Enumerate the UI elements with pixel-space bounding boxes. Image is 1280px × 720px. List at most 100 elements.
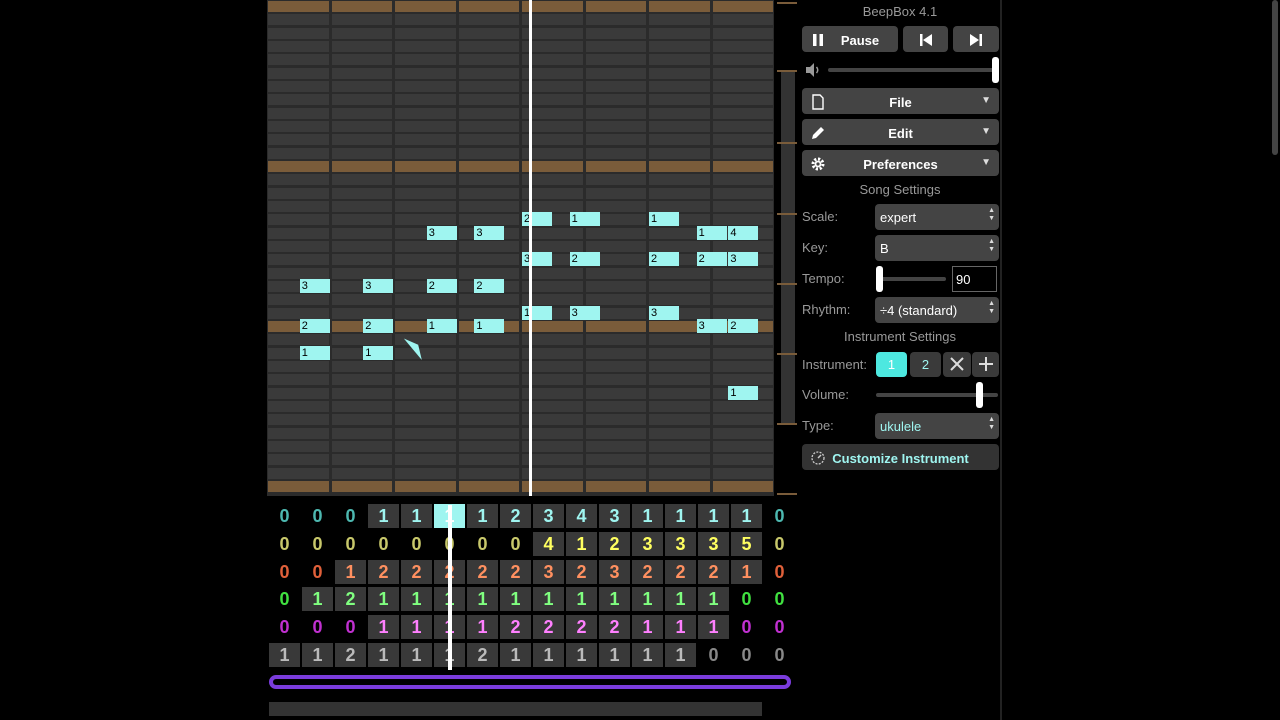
pattern-cell[interactable]: 1 xyxy=(401,587,432,612)
pitch-row[interactable] xyxy=(267,307,774,319)
bar-cell[interactable] xyxy=(712,200,773,212)
bar-cell[interactable] xyxy=(712,454,773,466)
pattern-cell[interactable]: 1 xyxy=(335,559,366,584)
note[interactable]: 1 xyxy=(649,212,679,227)
note[interactable]: 1 xyxy=(569,212,600,227)
pattern-cell[interactable]: 0 xyxy=(764,560,795,584)
bar-cell[interactable] xyxy=(395,134,456,146)
pitch-row[interactable] xyxy=(267,374,774,386)
pattern-cell[interactable]: 1 xyxy=(698,587,729,612)
bar-cell[interactable] xyxy=(268,254,329,266)
bar-cell[interactable] xyxy=(712,27,773,39)
pitch-row[interactable] xyxy=(267,94,774,106)
bar-cell[interactable] xyxy=(331,187,392,199)
pitch-row[interactable] xyxy=(267,134,774,146)
bar-cell[interactable] xyxy=(712,467,773,479)
pattern-cell[interactable]: 0 xyxy=(302,615,333,639)
pattern-cell[interactable]: 0 xyxy=(467,532,498,556)
bar-cell[interactable] xyxy=(585,427,646,439)
bar-cell[interactable] xyxy=(395,54,456,66)
scale-select[interactable]: expert ▲ ▼ xyxy=(875,204,999,230)
bar-cell[interactable] xyxy=(331,334,392,346)
bar-cell[interactable] xyxy=(649,27,710,39)
bar-cell[interactable] xyxy=(649,240,710,252)
note[interactable]: 1 xyxy=(363,345,394,360)
pattern-cell[interactable]: 1 xyxy=(665,615,696,640)
bar-cell[interactable] xyxy=(268,427,329,439)
bar-cell[interactable] xyxy=(268,107,329,119)
bar-cell[interactable] xyxy=(458,307,519,319)
note[interactable]: 3 xyxy=(728,252,759,267)
bar-cell[interactable] xyxy=(268,134,329,146)
pattern-cell[interactable]: 3 xyxy=(698,531,729,556)
pattern-cell[interactable]: 0 xyxy=(335,615,366,639)
customize-instrument-button[interactable]: Customize Instrument xyxy=(802,444,999,470)
bar-cell[interactable] xyxy=(712,40,773,52)
bar-cell[interactable] xyxy=(712,134,773,146)
bar-cell[interactable] xyxy=(395,414,456,426)
bar-cell[interactable] xyxy=(712,214,773,226)
bar-cell[interactable] xyxy=(395,94,456,106)
next-bar-button[interactable] xyxy=(953,26,999,52)
pitch-row[interactable] xyxy=(267,414,774,426)
pattern-cell[interactable]: 1 xyxy=(533,643,564,667)
pitch-row[interactable] xyxy=(267,427,774,439)
bar-cell[interactable] xyxy=(585,134,646,146)
bar-cell[interactable] xyxy=(331,200,392,212)
pattern-cell[interactable]: 2 xyxy=(665,559,696,584)
bar-cell[interactable] xyxy=(585,334,646,346)
bar-cell[interactable] xyxy=(712,360,773,372)
bar-cell[interactable] xyxy=(331,387,392,399)
pattern-cell[interactable]: 1 xyxy=(599,643,630,667)
bar-cell[interactable] xyxy=(395,240,456,252)
bar-cell[interactable] xyxy=(268,240,329,252)
pattern-cell[interactable]: 2 xyxy=(533,615,564,640)
bar-cell[interactable] xyxy=(331,427,392,439)
bar-cell[interactable] xyxy=(458,120,519,132)
pattern-cell[interactable]: 1 xyxy=(731,559,762,584)
note[interactable]: 2 xyxy=(728,318,759,333)
pattern-cell[interactable]: 0 xyxy=(335,504,366,528)
page-scrollbar[interactable] xyxy=(1270,0,1280,720)
bar-cell[interactable] xyxy=(458,347,519,359)
pattern-cell[interactable]: 2 xyxy=(599,531,630,556)
note[interactable]: 1 xyxy=(522,305,552,320)
pattern-cell[interactable]: 2 xyxy=(566,559,597,584)
bar-cell[interactable] xyxy=(395,467,456,479)
pitch-row[interactable] xyxy=(267,400,774,412)
bar-cell[interactable] xyxy=(585,54,646,66)
pattern-cell[interactable]: 1 xyxy=(632,504,663,528)
bar-cell[interactable] xyxy=(268,160,329,172)
bar-cell[interactable] xyxy=(649,120,710,132)
bar-cell[interactable] xyxy=(395,400,456,412)
bar-cell[interactable] xyxy=(585,27,646,39)
note[interactable]: 2 xyxy=(474,278,505,293)
bar-cell[interactable] xyxy=(585,187,646,199)
pattern-cell[interactable]: 1 xyxy=(731,504,762,528)
bar-cell[interactable] xyxy=(712,334,773,346)
bar-cell[interactable] xyxy=(585,174,646,186)
bar-cell[interactable] xyxy=(649,40,710,52)
bar-cell[interactable] xyxy=(268,267,329,279)
pause-button[interactable]: Pause xyxy=(802,26,898,52)
bar-cell[interactable] xyxy=(331,40,392,52)
pattern-cell[interactable]: 0 xyxy=(302,560,333,584)
bar-cell[interactable] xyxy=(712,280,773,292)
bar-cell[interactable] xyxy=(268,14,329,26)
bar-cell[interactable] xyxy=(331,414,392,426)
pattern-cell[interactable]: 1 xyxy=(368,587,399,612)
bar-cell[interactable] xyxy=(712,240,773,252)
pattern-cell[interactable]: 0 xyxy=(335,532,366,556)
bar-cell[interactable] xyxy=(268,467,329,479)
pattern-cell[interactable]: 0 xyxy=(269,587,300,611)
horizontal-scrollbar[interactable] xyxy=(269,702,762,716)
bar-cell[interactable] xyxy=(268,1,329,12)
bar-cell[interactable] xyxy=(268,414,329,426)
bar-cell[interactable] xyxy=(395,160,456,172)
pattern-cell[interactable]: 1 xyxy=(368,643,399,667)
bar-cell[interactable] xyxy=(331,27,392,39)
bar-cell[interactable] xyxy=(331,374,392,386)
note[interactable]: 2 xyxy=(569,252,600,267)
bar-cell[interactable] xyxy=(712,174,773,186)
bar-cell[interactable] xyxy=(649,107,710,119)
